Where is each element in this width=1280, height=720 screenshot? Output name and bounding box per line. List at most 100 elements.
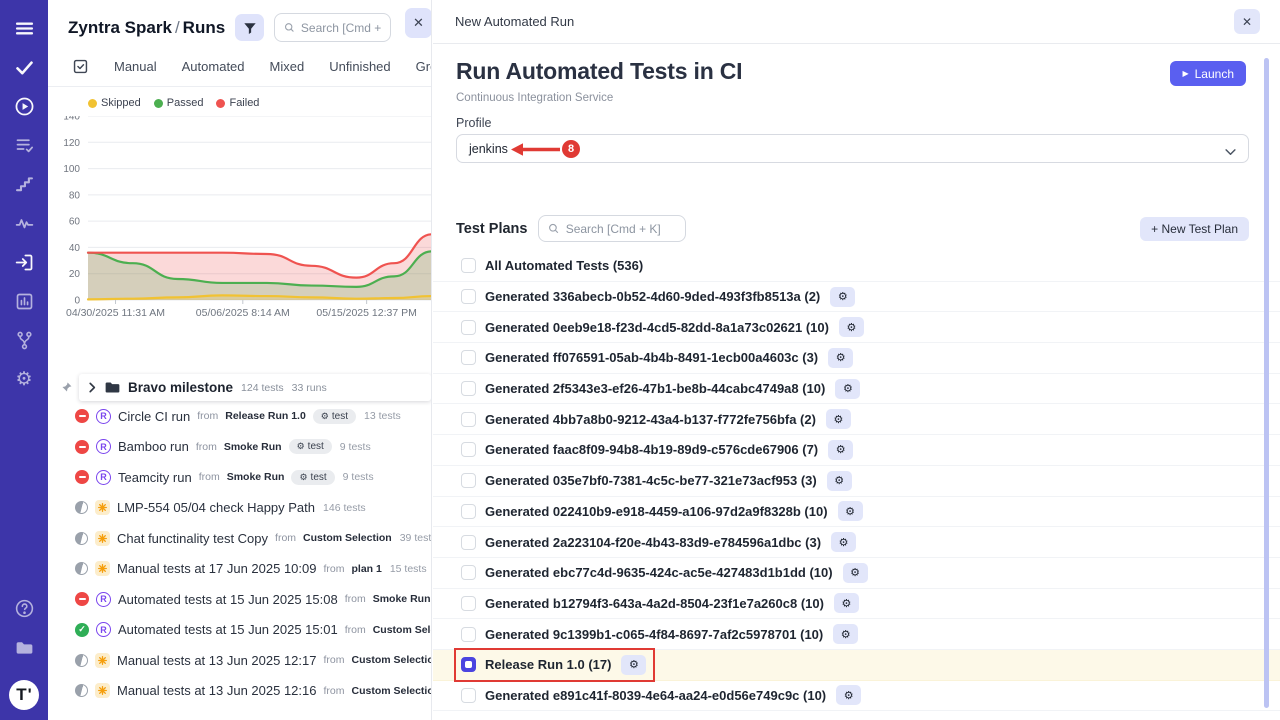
checklist-icon[interactable] xyxy=(12,133,36,157)
milestone-row[interactable]: Bravo milestone 124 tests 33 runs xyxy=(48,374,431,401)
run-row[interactable]: ✓RAutomated tests at 15 Jun 2025 15:01fr… xyxy=(48,615,431,646)
test-plan-row[interactable]: Generated ebc77c4d-9635-424c-ac5e-427483… xyxy=(433,558,1280,589)
tab-mixed[interactable]: Mixed xyxy=(270,59,305,74)
menu-icon[interactable] xyxy=(12,16,36,40)
folder-icon xyxy=(105,381,120,394)
svg-text:80: 80 xyxy=(69,190,81,201)
test-plan-checkbox[interactable] xyxy=(461,504,476,519)
runs-search-input[interactable] xyxy=(301,21,381,35)
filter-button[interactable] xyxy=(235,14,264,41)
run-row[interactable]: RAutomated tests at 15 Jun 2025 15:08fro… xyxy=(48,584,431,615)
test-plan-row[interactable]: Generated b12794f3-643a-4a2d-8504-23f1e7… xyxy=(433,589,1280,620)
gear-button[interactable]: ⚙ xyxy=(838,501,863,521)
gear-button[interactable]: ⚙ xyxy=(830,287,855,307)
gear-button[interactable]: ⚙ xyxy=(835,379,860,399)
panel-close-button[interactable]: ✕ xyxy=(405,8,432,38)
milestone-card[interactable]: Bravo milestone 124 tests 33 runs xyxy=(79,374,431,401)
gear-button[interactable]: ⚙ xyxy=(828,440,853,460)
test-plan-row[interactable]: Generated 4bb7a8b0-9212-43a4-b137-f772fe… xyxy=(433,404,1280,435)
test-plan-row[interactable]: Generated 2a223104-f20e-4b43-83d9-e78459… xyxy=(433,527,1280,558)
test-plan-row[interactable]: Generated ff076591-05ab-4b4b-8491-1ecb00… xyxy=(433,343,1280,374)
gear-button[interactable]: ⚙ xyxy=(839,317,864,337)
test-plan-row[interactable]: Release Run 1.0 (17)⚙ xyxy=(433,650,1280,681)
test-plan-checkbox[interactable] xyxy=(461,535,476,550)
test-plan-row[interactable]: Generated 022410b9-e918-4459-a106-97d2a9… xyxy=(433,497,1280,528)
activity-pulse-icon[interactable] xyxy=(12,211,36,235)
test-plans-search-input[interactable] xyxy=(566,222,677,236)
test-plan-checkbox[interactable] xyxy=(461,442,476,457)
run-from-label: from xyxy=(275,532,296,544)
test-plan-row[interactable]: Generated 336abecb-0b52-4d60-9ded-493f3f… xyxy=(433,282,1280,313)
test-plan-checkbox[interactable] xyxy=(461,565,476,580)
manual-run-icon xyxy=(95,653,110,668)
run-row[interactable]: RBamboo runfromSmoke Run⚙test9 tests xyxy=(48,432,431,463)
tab-manual[interactable]: Manual xyxy=(114,59,157,74)
import-run-icon[interactable] xyxy=(12,250,36,274)
gear-button[interactable]: ⚙ xyxy=(843,563,868,583)
test-plan-checkbox[interactable] xyxy=(461,258,476,273)
test-plan-row[interactable]: Generated e891c41f-8039-4e64-aa24-e0d56e… xyxy=(433,681,1280,712)
reports-icon[interactable] xyxy=(12,289,36,313)
run-row[interactable]: RCircle CI runfromRelease Run 1.0⚙test13… xyxy=(48,401,431,432)
tab-groups[interactable]: Groups xyxy=(416,59,432,74)
run-from-label: from xyxy=(323,685,344,697)
test-plan-checkbox[interactable] xyxy=(461,381,476,396)
test-plan-row[interactable]: Generated 9c1399b1-c065-4f84-8697-7af2c5… xyxy=(433,619,1280,650)
test-plan-checkbox[interactable] xyxy=(461,657,476,672)
gear-button[interactable]: ⚙ xyxy=(836,685,861,705)
test-plan-label: All Automated Tests (536) xyxy=(485,258,643,273)
profile-select[interactable]: jenkins 8 xyxy=(456,134,1249,163)
run-row[interactable]: Chat functinality test CopyfromCustom Se… xyxy=(48,523,431,554)
run-row[interactable]: Manual tests at 17 Jun 2025 10:09frompla… xyxy=(48,554,431,585)
panel-close-button[interactable]: ✕ xyxy=(1234,9,1260,34)
runs-play-icon[interactable] xyxy=(12,94,36,118)
test-plan-checkbox[interactable] xyxy=(461,688,476,703)
test-plan-checkbox[interactable] xyxy=(461,412,476,427)
test-plan-row[interactable]: Generated 2f5343e3-ef26-47b1-be8b-44cabc… xyxy=(433,374,1280,405)
new-test-plan-button[interactable]: + New Test Plan xyxy=(1140,217,1249,241)
test-plan-checkbox[interactable] xyxy=(461,289,476,304)
test-plan-checkbox[interactable] xyxy=(461,350,476,365)
branches-icon[interactable] xyxy=(12,328,36,352)
test-plan-label: Generated ebc77c4d-9635-424c-ac5e-427483… xyxy=(485,565,833,580)
test-plan-checkbox[interactable] xyxy=(461,320,476,335)
run-env-badge[interactable]: ⚙test xyxy=(291,470,334,485)
help-icon[interactable] xyxy=(12,596,36,620)
run-row[interactable]: Manual tests at 13 Jun 2025 12:17fromCus… xyxy=(48,645,431,676)
gear-button[interactable]: ⚙ xyxy=(831,532,856,552)
settings-gear-icon[interactable]: ⚙ xyxy=(12,367,36,391)
projects-folder-icon[interactable] xyxy=(12,635,36,659)
run-name: Automated tests at 15 Jun 2025 15:01 xyxy=(118,622,338,637)
gear-button[interactable]: ⚙ xyxy=(827,471,852,491)
launch-button[interactable]: ▶ Launch xyxy=(1170,61,1246,86)
chevron-right-icon[interactable] xyxy=(88,382,97,393)
test-plan-checkbox[interactable] xyxy=(461,627,476,642)
gear-button[interactable]: ⚙ xyxy=(834,593,859,613)
gear-button[interactable]: ⚙ xyxy=(828,348,853,368)
tab-automated[interactable]: Automated xyxy=(182,59,245,74)
gear-button[interactable]: ⚙ xyxy=(826,409,851,429)
gear-button[interactable]: ⚙ xyxy=(833,624,858,644)
scrollbar-thumb[interactable] xyxy=(1264,58,1269,708)
run-env-badge[interactable]: ⚙test xyxy=(289,439,332,454)
test-plan-row[interactable]: Generated faac8f09-94b8-4b19-89d9-c576cd… xyxy=(433,435,1280,466)
test-plan-checkbox[interactable] xyxy=(461,473,476,488)
tab-unfinished[interactable]: Unfinished xyxy=(329,59,390,74)
run-row[interactable]: RTeamcity runfromSmoke Run⚙test9 tests xyxy=(48,462,431,493)
run-env-badge[interactable]: ⚙test xyxy=(313,409,356,424)
app-logo[interactable]: T' xyxy=(9,680,39,710)
select-all-icon[interactable] xyxy=(72,58,89,75)
test-plan-row[interactable]: All Automated Tests (536) xyxy=(433,251,1280,282)
test-plan-checkbox[interactable] xyxy=(461,596,476,611)
run-row[interactable]: Manual tests at 13 Jun 2025 12:16fromCus… xyxy=(48,676,431,707)
tasks-check-icon[interactable] xyxy=(12,55,36,79)
test-plan-row[interactable]: Generated 035e7bf0-7381-4c5c-be77-321e73… xyxy=(433,466,1280,497)
status-pending-icon xyxy=(75,654,88,667)
run-row[interactable]: LMP-554 05/04 check Happy Path146 tests xyxy=(48,493,431,524)
run-from-label: from xyxy=(199,471,220,483)
test-plan-row[interactable]: Generated 0eeb9e18-f23d-4cd5-82dd-8a1a73… xyxy=(433,312,1280,343)
breadcrumb-project[interactable]: Zyntra Spark xyxy=(68,18,172,37)
gear-button[interactable]: ⚙ xyxy=(621,655,646,675)
steps-icon[interactable] xyxy=(12,172,36,196)
automated-run-icon: R xyxy=(96,622,111,637)
